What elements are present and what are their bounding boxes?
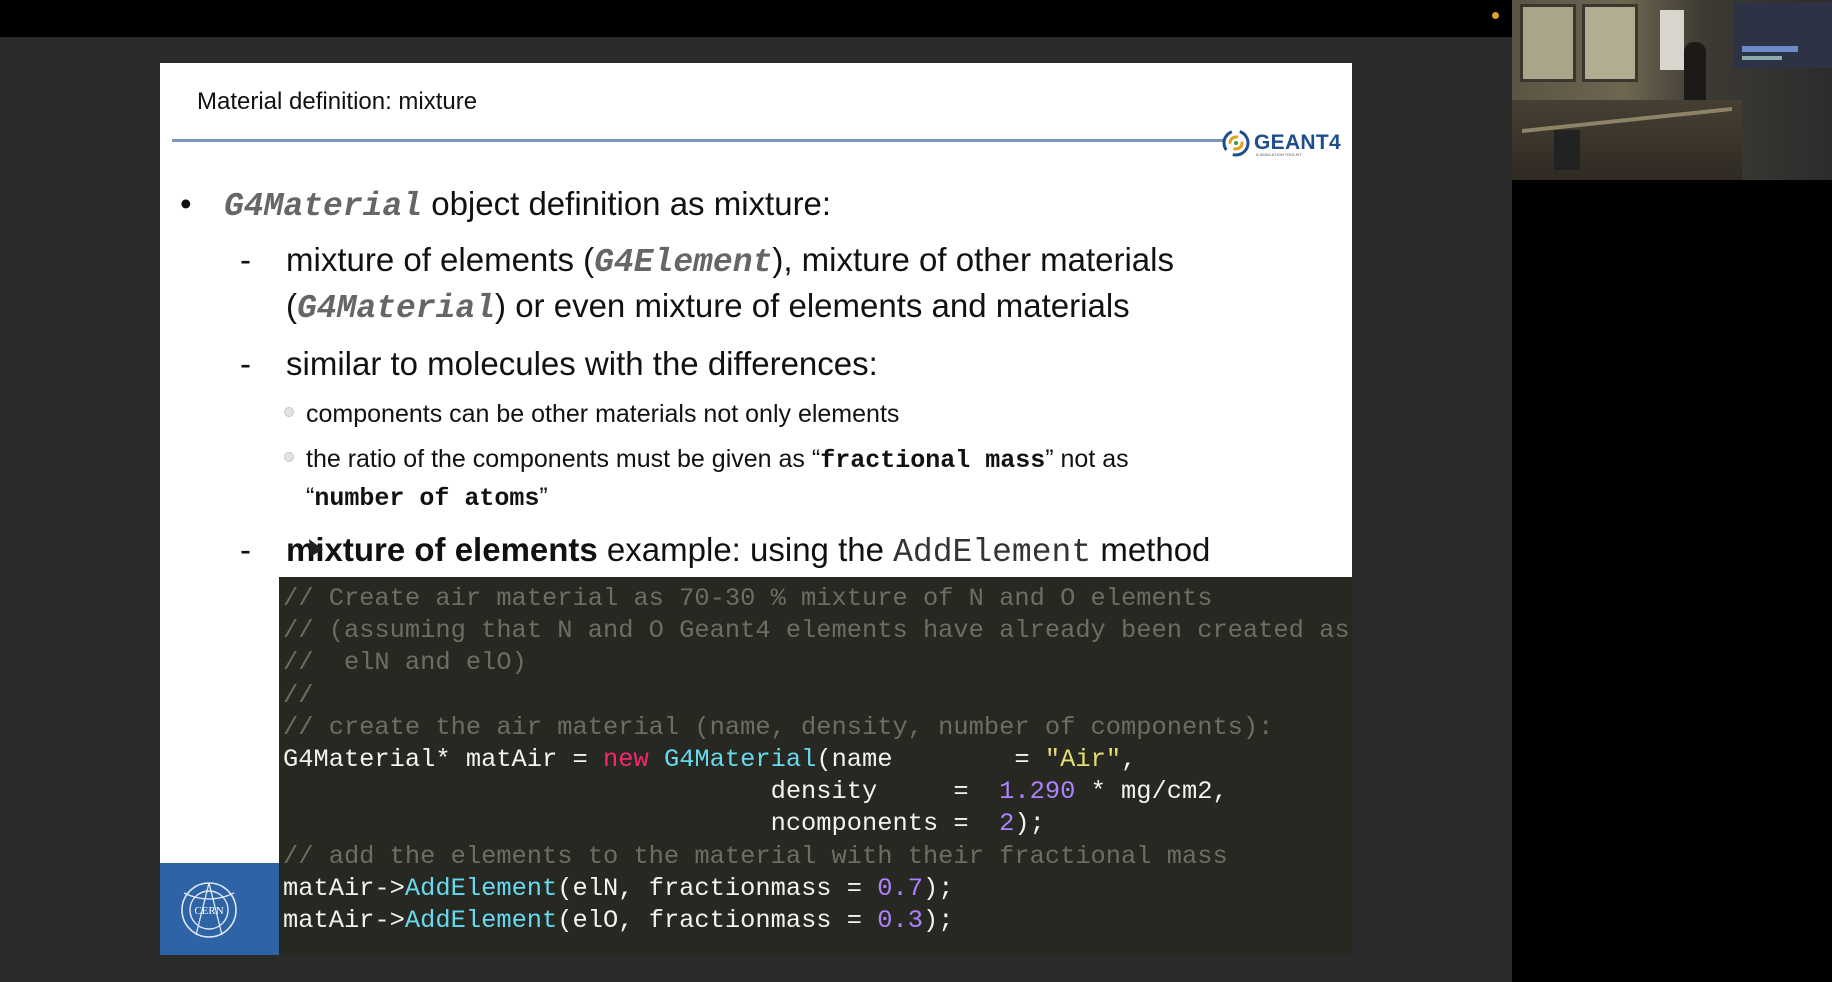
video-chair — [1554, 130, 1580, 170]
subbullet-continuation: (G4Material) or even mixture of elements… — [286, 287, 1130, 327]
code-line: matAir-> — [283, 906, 405, 936]
speaker-video-thumbnail[interactable] — [1512, 0, 1832, 180]
code-number: 2 — [999, 809, 1015, 839]
code-line: ); — [1014, 809, 1045, 839]
code-number: 1.290 — [999, 777, 1076, 807]
code-line: (elO, fractionmass = — [557, 906, 878, 936]
code-fractional-mass: fractional mass — [820, 446, 1046, 475]
code-line: ); — [922, 873, 954, 903]
code-function: AddElement — [404, 873, 558, 903]
sub-item-components: components can be other materials not on… — [284, 400, 899, 429]
code-string: "Air" — [1044, 745, 1122, 775]
subbullet-text: ( — [286, 287, 297, 324]
subbullet-text: ), mixture of other materials — [772, 241, 1174, 278]
subbullet-text: mixture of elements ( — [286, 241, 595, 278]
slide-title: Material definition: mixture — [197, 88, 478, 115]
dash-marker: - — [240, 241, 251, 278]
code-g4material: G4Material — [224, 188, 423, 225]
code-line: ncomponents = — [283, 809, 1000, 839]
subbullet-bold-text: mixture of elements — [286, 531, 598, 568]
cern-logo-text: CERN — [194, 905, 223, 917]
code-line: ); — [922, 906, 954, 936]
bullet-marker: • — [180, 185, 192, 222]
code-comment: // Create air material as 70-30 % mixtur… — [283, 584, 1213, 613]
dash-marker: - — [240, 345, 251, 382]
code-function: AddElement — [404, 906, 558, 936]
code-line: density = — [283, 777, 1000, 807]
code-addelement: AddElement — [893, 534, 1092, 571]
sub-item-text: ” — [539, 483, 548, 511]
code-line: G4Material* matAir = — [283, 745, 603, 775]
subbullet-similar-to-molecules: - similar to molecules with the differenc… — [240, 345, 878, 383]
code-comment: // elN and elO) — [283, 648, 527, 678]
code-text: // Create air material as 70-30 % mixtur… — [283, 583, 1350, 937]
code-comment: // — [283, 680, 314, 710]
video-window-left — [1520, 4, 1576, 82]
code-number-of-atoms: number of atoms — [314, 484, 540, 513]
subbullet-mixture-of-elements: - mixture of elements (G4Element), mixtur… — [240, 241, 1174, 281]
cern-logo: CERN — [160, 863, 279, 955]
video-window-right — [1582, 4, 1638, 82]
code-comment: // create the air material (name, densit… — [283, 712, 1274, 742]
sub-item-text: the ratio of the components must be give… — [306, 445, 821, 473]
subbullet-text: method — [1091, 531, 1211, 568]
subbullet-text: similar to molecules with the difference… — [286, 345, 878, 382]
code-line: matAir-> — [283, 873, 405, 903]
video-whiteboard — [1660, 10, 1684, 70]
code-number: 0.7 — [877, 873, 923, 903]
code-comment: // add the elements to the material with… — [283, 841, 1228, 871]
sub-bullet-marker — [284, 452, 294, 463]
presentation-slide: Material definition: mixture GEANT4 A SI… — [160, 63, 1352, 955]
sub-bullet-marker — [284, 407, 294, 418]
sub-item-ratio: the ratio of the components must be give… — [284, 445, 1129, 475]
video-screen-bar — [1742, 46, 1798, 52]
geant4-logo-subtext: A SIMULATION TOOLKIT — [1256, 152, 1302, 157]
code-block: // Create air material as 70-30 % mixtur… — [279, 577, 1352, 955]
code-line: , — [1121, 745, 1137, 775]
sub-item-text: components can be other materials not on… — [306, 400, 900, 428]
video-projection-screen — [1734, 2, 1832, 68]
bullet-text: object definition as mixture: — [422, 185, 832, 222]
subbullet-text: ) or even mixture of elements and materi… — [495, 287, 1130, 324]
sub-item-text: ” not as — [1045, 445, 1129, 473]
geant4-swirl-icon — [1222, 129, 1250, 157]
dash-marker: - — [240, 531, 251, 568]
code-line: (name = — [816, 745, 1045, 775]
title-divider — [172, 139, 1224, 142]
cern-logo-icon: CERN — [181, 882, 237, 938]
bullet-g4material-mixture: • G4Material object definition as mixture… — [180, 185, 831, 225]
code-g4material: G4Material — [297, 290, 496, 327]
code-number: 0.3 — [877, 906, 923, 936]
code-comment: // (assuming that N and O Geant4 element… — [283, 616, 1350, 646]
code-line: * mg/cm2, — [1075, 777, 1228, 807]
code-type: G4Material — [663, 745, 817, 775]
geant4-logo: GEANT4 A SIMULATION TOOLKIT — [1220, 127, 1348, 157]
video-screen-bar — [1742, 56, 1782, 60]
code-keyword: new — [602, 745, 649, 775]
code-line: (elN, fractionmass = — [557, 873, 878, 903]
sub-item-ratio-continuation: “number of atoms” — [306, 483, 548, 513]
code-g4element: G4Element — [594, 244, 773, 281]
subbullet-mixture-example: - mixture of elements example: using the … — [240, 531, 1210, 571]
recording-dot-icon — [1492, 12, 1499, 19]
subbullet-text: example: using the — [597, 531, 894, 568]
